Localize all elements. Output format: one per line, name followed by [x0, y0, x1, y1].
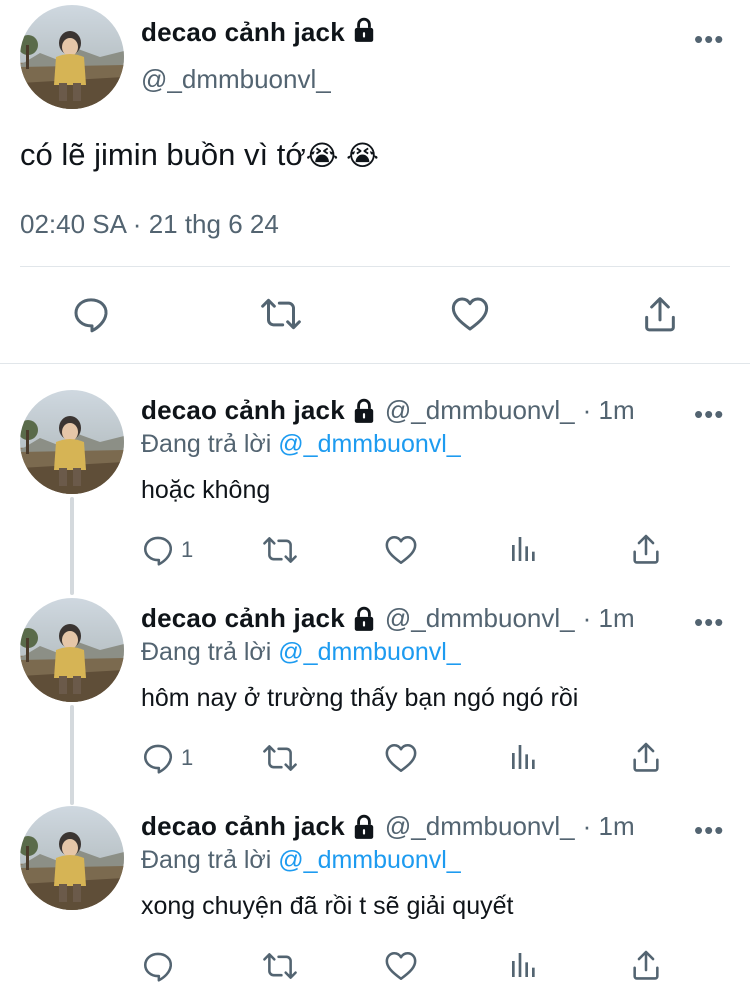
- mention-link[interactable]: @_dmmbuonvl_: [278, 430, 460, 458]
- retweet-icon: [262, 533, 298, 567]
- replying-to: Đang trả lời @_dmmbuonvl_: [141, 638, 461, 667]
- reply-button[interactable]: 1: [141, 741, 193, 775]
- reply-age: · 1m: [582, 395, 635, 425]
- like-icon: [384, 533, 418, 567]
- more-options-button[interactable]: •••: [694, 607, 724, 638]
- thread-line: [70, 705, 74, 805]
- reply-header: decao cảnh jack @_dmmbuonvl_ · 1m: [141, 603, 635, 634]
- crying-emoji: 😭 😭: [305, 140, 379, 171]
- reply-icon: [141, 741, 175, 775]
- lock-icon: [351, 606, 377, 632]
- thread-line: [70, 497, 74, 595]
- retweet-icon: [262, 741, 298, 775]
- reply-button[interactable]: [71, 294, 111, 334]
- share-button[interactable]: [629, 948, 663, 982]
- analytics-button[interactable]: [508, 741, 540, 773]
- reply-icon: [71, 294, 111, 334]
- share-icon: [629, 948, 663, 982]
- avatar[interactable]: [20, 806, 124, 910]
- display-name[interactable]: decao cảnh jack: [141, 811, 345, 842]
- like-button[interactable]: [450, 294, 490, 334]
- retweet-icon: [262, 949, 298, 983]
- divider: [0, 363, 750, 364]
- display-name: decao cảnh jack: [141, 17, 345, 47]
- retweet-button[interactable]: [262, 949, 298, 983]
- analytics-button[interactable]: [508, 949, 540, 981]
- like-icon: [450, 294, 490, 334]
- reply-age: · 1m: [582, 603, 635, 633]
- lock-icon: [351, 398, 377, 424]
- reply-icon: [141, 533, 175, 567]
- like-button[interactable]: [384, 741, 418, 775]
- author-handle[interactable]: @_dmmbuonvl_: [141, 64, 331, 95]
- avatar[interactable]: [20, 598, 124, 702]
- replying-to: Đang trả lời @_dmmbuonvl_: [141, 846, 461, 875]
- mention-link[interactable]: @_dmmbuonvl_: [278, 638, 460, 666]
- reply-button[interactable]: 1: [141, 533, 193, 567]
- share-button[interactable]: [629, 740, 663, 774]
- tweet-date: 21 thg 6 24: [148, 209, 279, 239]
- retweet-icon: [259, 294, 303, 334]
- reply-age: · 1m: [582, 811, 635, 841]
- reply-count: 1: [181, 745, 194, 770]
- reply-text: hôm nay ở trường thấy bạn ngó ngó rồi: [141, 684, 579, 712]
- lock-icon: [351, 17, 377, 43]
- tweet-timestamp[interactable]: 02:40 SA · 21 thg 6 24: [20, 209, 279, 240]
- tweet-body: có lẽ jimin buồn vì tớ: [20, 137, 306, 172]
- reply-header: decao cảnh jack @_dmmbuonvl_ · 1m: [141, 811, 635, 842]
- reply-count: 1: [181, 537, 194, 562]
- divider: [20, 266, 730, 267]
- reply-text: xong chuyện đã rồi t sẽ giải quyết: [141, 892, 514, 920]
- display-name[interactable]: decao cảnh jack: [141, 395, 345, 426]
- tweet-text: có lẽ jimin buồn vì tớ😭 😭: [20, 137, 379, 173]
- stats-icon: [508, 949, 540, 981]
- display-name[interactable]: decao cảnh jack: [141, 603, 345, 634]
- reply-header: decao cảnh jack @_dmmbuonvl_ · 1m: [141, 395, 635, 426]
- more-options-button[interactable]: •••: [694, 399, 724, 430]
- author-name[interactable]: decao cảnh jack: [141, 17, 377, 48]
- share-icon: [629, 740, 663, 774]
- reply-icon: [141, 949, 175, 983]
- lock-icon: [351, 814, 377, 840]
- share-icon: [629, 532, 663, 566]
- separator: ·: [132, 209, 142, 239]
- like-icon: [384, 949, 418, 983]
- avatar[interactable]: [20, 390, 124, 494]
- avatar[interactable]: [20, 5, 124, 109]
- author-handle[interactable]: @_dmmbuonvl_: [385, 811, 575, 842]
- more-options-button[interactable]: •••: [694, 815, 724, 846]
- retweet-button[interactable]: [262, 741, 298, 775]
- tweet-time: 02:40 SA: [20, 209, 126, 239]
- replying-prefix: Đang trả lời: [141, 846, 272, 874]
- mention-link[interactable]: @_dmmbuonvl_: [278, 846, 460, 874]
- reply-button[interactable]: [141, 949, 175, 983]
- share-button[interactable]: [640, 294, 680, 334]
- reply-text: hoặc không: [141, 476, 271, 504]
- like-icon: [384, 741, 418, 775]
- retweet-button[interactable]: [259, 294, 303, 334]
- retweet-button[interactable]: [262, 533, 298, 567]
- stats-icon: [508, 533, 540, 565]
- stats-icon: [508, 741, 540, 773]
- like-button[interactable]: [384, 533, 418, 567]
- replying-prefix: Đang trả lời: [141, 430, 272, 458]
- like-button[interactable]: [384, 949, 418, 983]
- more-options-button[interactable]: •••: [694, 24, 724, 55]
- share-button[interactable]: [629, 532, 663, 566]
- share-icon: [640, 294, 680, 334]
- replying-prefix: Đang trả lời: [141, 638, 272, 666]
- analytics-button[interactable]: [508, 533, 540, 565]
- author-handle[interactable]: @_dmmbuonvl_: [385, 603, 575, 634]
- author-handle[interactable]: @_dmmbuonvl_: [385, 395, 575, 426]
- replying-to: Đang trả lời @_dmmbuonvl_: [141, 430, 461, 459]
